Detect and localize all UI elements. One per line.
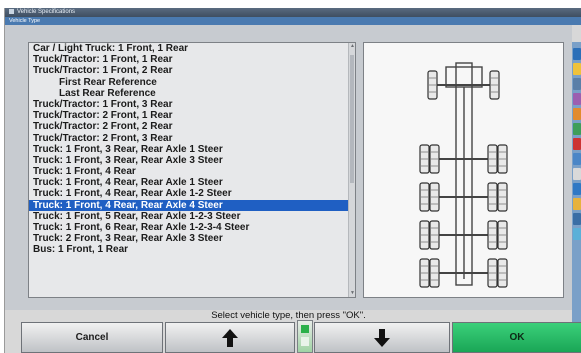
arrow-down-icon [374,328,390,347]
instruction-text: Select vehicle type, then press "OK". [5,310,572,322]
cancel-button-label: Cancel [75,332,109,343]
arrow-up-icon [222,328,238,347]
cancel-button[interactable]: Cancel [21,322,163,353]
list-item[interactable]: Truck: 1 Front, 3 Rear, Rear Axle 1 Stee… [29,144,349,155]
ok-button-label: OK [509,332,525,343]
scroll-up-icon[interactable]: ▲ [350,44,355,49]
title-bar: Vehicle Specifications [5,8,581,17]
indicator-bottom [301,337,309,346]
toolbar-icon[interactable] [573,63,581,75]
toolbar-icon[interactable] [573,123,581,135]
list-item[interactable]: Truck/Tractor: 1 Front, 1 Rear [29,54,349,65]
ok-button[interactable]: OK [452,322,581,353]
app-icon [9,8,14,14]
indicator-top [301,325,309,333]
scroll-up-button[interactable] [165,322,295,353]
axle-layout-drawing [419,62,508,288]
list-item[interactable]: Truck: 2 Front, 3 Rear, Rear Axle 3 Stee… [29,233,349,244]
list-item[interactable]: Truck: 1 Front, 6 Rear, Rear Axle 1-2-3-… [29,222,349,233]
list-item[interactable]: Truck: 1 Front, 5 Rear, Rear Axle 1-2-3 … [29,211,349,222]
window-title: Vehicle Specifications [17,9,76,15]
vehicle-type-list[interactable]: Car / Light Truck: 1 Front, 1 Rear Truck/… [28,42,356,298]
toolbar-icon[interactable] [573,213,581,225]
toolbar-icon[interactable] [573,198,581,210]
list-item-selected[interactable]: Truck: 1 Front, 4 Rear, Rear Axle 4 Stee… [29,199,349,211]
list-item[interactable]: Truck: 1 Front, 3 Rear, Rear Axle 3 Stee… [29,155,349,166]
toolbar-icon[interactable] [573,48,581,60]
section-header: Vehicle Type [5,17,581,25]
toolbar-icon[interactable] [573,93,581,105]
main-panel: Car / Light Truck: 1 Front, 1 Rear Truck/… [5,25,581,327]
list-item[interactable]: Truck/Tractor: 2 Front, 1 Rear [29,110,349,121]
section-title: Vehicle Type [9,18,41,24]
list-item[interactable]: Bus: 1 Front, 1 Rear [29,244,349,255]
list-item[interactable]: Truck/Tractor: 1 Front, 3 Rear [29,99,349,110]
vehicle-type-list-items: Car / Light Truck: 1 Front, 1 Rear Truck/… [29,43,349,256]
side-toolbar [572,42,581,327]
list-item[interactable]: First Rear Reference [29,77,349,88]
list-item[interactable]: Truck: 1 Front, 4 Rear, Rear Axle 1 Stee… [29,177,349,188]
toolbar-icon[interactable] [573,138,581,150]
list-item[interactable]: Truck/Tractor: 1 Front, 2 Rear [29,65,349,76]
list-item[interactable]: Truck/Tractor: 2 Front, 3 Rear [29,133,349,144]
toolbar-icon[interactable] [573,168,581,180]
scroll-down-button[interactable] [314,322,450,353]
toolbar-icon[interactable] [573,108,581,120]
toolbar-icon[interactable] [573,228,581,240]
vehicle-axle-diagram [363,42,564,298]
list-item[interactable]: Truck: 1 Front, 4 Rear [29,166,349,177]
scroll-down-icon[interactable]: ▼ [350,291,355,296]
scroll-thumb[interactable] [350,55,354,183]
list-item[interactable]: Car / Light Truck: 1 Front, 1 Rear [29,43,349,54]
vehicle-specifications-window: Vehicle Specifications Vehicle Type Car … [4,8,581,353]
toolbar-icon[interactable] [573,78,581,90]
toolbar-icon[interactable] [573,153,581,165]
list-scrollbar[interactable]: ▲ ▼ [348,43,355,297]
list-item[interactable]: Last Rear Reference [29,88,349,99]
list-item[interactable]: Truck/Tractor: 2 Front, 2 Rear [29,121,349,132]
list-item[interactable]: Truck: 1 Front, 4 Rear, Rear Axle 1-2 St… [29,188,349,199]
list-position-indicator [297,320,313,353]
toolbar-icon[interactable] [573,183,581,195]
